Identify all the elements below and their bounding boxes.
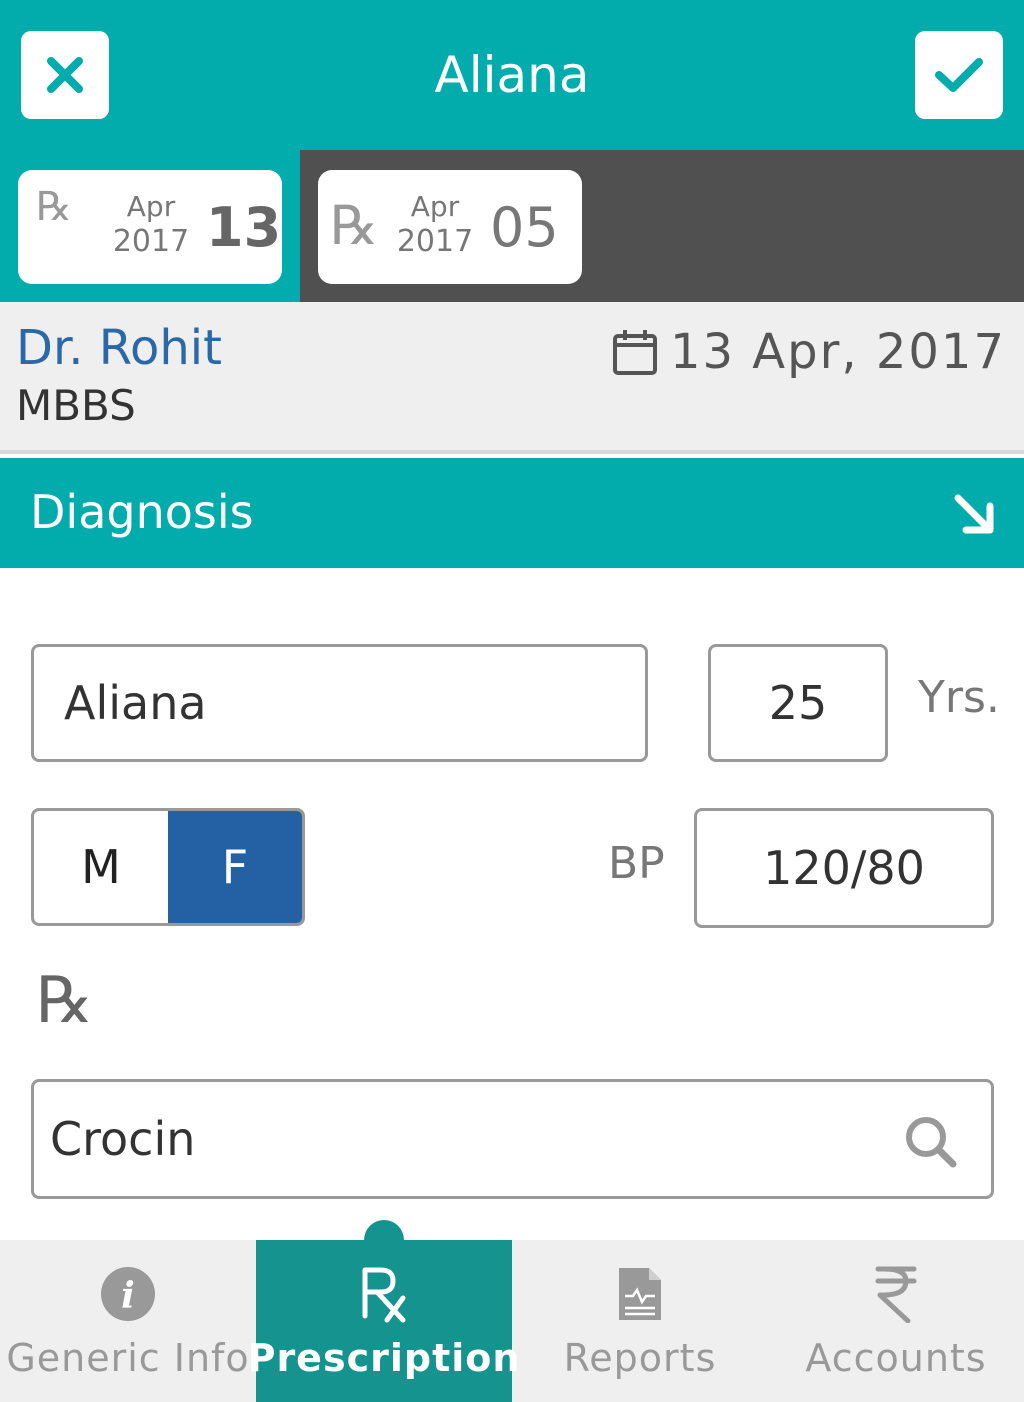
bottom-nav: i Generic Info Prescription Reports Acco… (0, 1240, 1024, 1402)
age-field[interactable]: 25 (708, 644, 888, 762)
card-year: 2017 (112, 224, 190, 259)
patient-name-field[interactable]: Aliana (31, 644, 648, 762)
gender-toggle[interactable]: M F (31, 808, 305, 926)
prescription-date[interactable]: 13 Apr, 2017 (612, 322, 1006, 382)
rx-icon: ℞ (36, 184, 72, 230)
close-button[interactable] (21, 31, 109, 119)
prescription-history-strip: ℞ Apr 2017 13 ℞ Apr 2017 05 (0, 150, 1024, 302)
card-month: Apr (126, 190, 176, 223)
age-unit-label: Yrs. (918, 672, 1000, 723)
report-icon (619, 1268, 661, 1320)
app-header: Aliana (0, 0, 1024, 150)
page-title: Aliana (434, 46, 590, 104)
medicine-search-value: Crocin (50, 1112, 196, 1166)
active-tab-indicator (364, 1220, 404, 1242)
card-day: 05 (490, 196, 559, 259)
card-day: 13 (206, 196, 282, 259)
tab-reports[interactable]: Reports (512, 1240, 768, 1402)
card-month: Apr (410, 190, 460, 223)
tab-prescription[interactable]: Prescription (248, 1240, 519, 1402)
doctor-info: Dr. Rohit MBBS 13 Apr, 2017 (0, 302, 1024, 454)
check-icon (935, 58, 983, 92)
svg-text:i: i (121, 1275, 135, 1317)
tab-accounts[interactable]: Accounts (768, 1240, 1024, 1402)
bp-label: BP (608, 838, 665, 889)
confirm-button[interactable] (915, 31, 1003, 119)
doctor-name: Dr. Rohit (16, 320, 222, 376)
doctor-degree: MBBS (16, 381, 136, 430)
close-icon (47, 57, 83, 93)
bp-value: 120/80 (763, 841, 925, 895)
prescription-card[interactable]: ℞ Apr 2017 05 (318, 170, 582, 284)
card-year: 2017 (396, 224, 474, 259)
gender-option-female[interactable]: F (168, 811, 302, 923)
bp-field[interactable]: 120/80 (694, 808, 994, 928)
info-icon: i (101, 1267, 155, 1321)
diagnosis-section-header[interactable]: Diagnosis (0, 458, 1024, 568)
tab-label: Accounts (805, 1336, 987, 1380)
calendar-icon (612, 330, 657, 375)
medicine-search-input[interactable]: Crocin (31, 1079, 994, 1199)
arrow-down-right-icon (954, 494, 994, 534)
diagnosis-title: Diagnosis (30, 485, 254, 539)
age-value: 25 (768, 676, 828, 730)
rx-icon (362, 1267, 406, 1323)
search-icon[interactable] (901, 1112, 961, 1172)
tab-label: Reports (563, 1336, 717, 1380)
tab-label: Generic Info (6, 1336, 250, 1380)
tab-label: Prescription (247, 1336, 521, 1380)
rupee-icon (875, 1266, 917, 1323)
patient-name-value: Aliana (64, 676, 207, 730)
tab-generic-info[interactable]: i Generic Info (0, 1240, 256, 1402)
rx-symbol: ℞ (36, 964, 94, 1038)
rx-icon: ℞ (330, 194, 379, 257)
date-text: 13 Apr, 2017 (669, 324, 1006, 380)
prescription-card-active[interactable]: ℞ Apr 2017 13 (18, 170, 282, 284)
gender-option-male[interactable]: M (34, 811, 168, 923)
